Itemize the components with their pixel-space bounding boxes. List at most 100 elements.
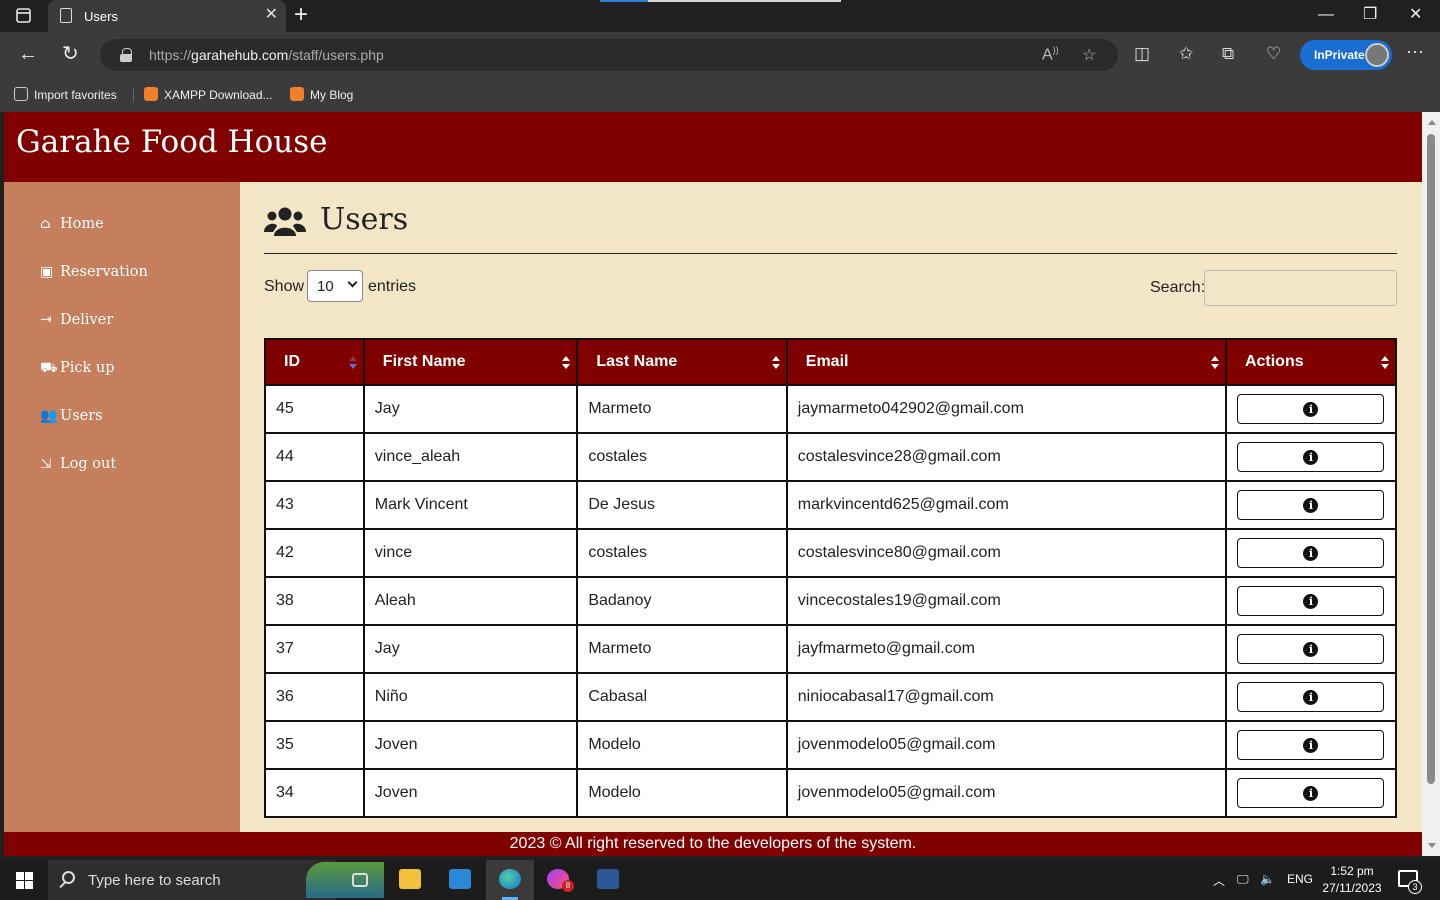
table-row: 45 Jay Marmeto jaymarmeto042902@gmail.com i — [264, 384, 1398, 434]
cell-email: niniocabasal17@gmail.com — [785, 672, 1227, 722]
profile-avatar[interactable] — [1365, 43, 1389, 67]
cell-first-name: Joven — [362, 768, 579, 818]
tab-actions-icon[interactable] — [10, 6, 36, 26]
notification-center-icon[interactable]: 3 — [1398, 870, 1422, 894]
users-icon — [264, 207, 306, 236]
sidebar-item-pick-up[interactable]: ⛟ Pick up — [40, 360, 115, 382]
favorites-bar: Import favorites XAMPP Download... My Bl… — [0, 78, 1440, 112]
sidebar-item-log-out[interactable]: ⇲ Log out — [40, 456, 116, 478]
column-header-id[interactable]: ID — [264, 338, 365, 386]
view-user-button[interactable]: i — [1237, 778, 1385, 808]
column-header-actions[interactable]: Actions — [1224, 338, 1398, 386]
cell-actions: i — [1224, 432, 1398, 482]
more-options-icon[interactable]: ⋯ — [1406, 42, 1425, 63]
view-user-button[interactable]: i — [1237, 538, 1385, 568]
view-user-button[interactable]: i — [1237, 586, 1385, 616]
search-input[interactable] — [1204, 270, 1397, 306]
cell-first-name: Jay — [362, 384, 579, 434]
view-user-button[interactable]: i — [1237, 490, 1385, 520]
cell-first-name: Aleah — [362, 576, 579, 626]
cell-first-name: Niño — [362, 672, 579, 722]
info-circle-icon: i — [1303, 546, 1319, 561]
column-header-last-name[interactable]: Last Name — [576, 338, 788, 386]
favorite-my-blog[interactable]: My Blog — [290, 87, 353, 102]
column-header-email[interactable]: Email — [785, 338, 1227, 386]
users-table-body: 45 Jay Marmeto jaymarmeto042902@gmail.com i 4… — [264, 384, 1398, 818]
refresh-icon[interactable]: ↻ — [62, 42, 79, 66]
table-row: 37 Jay Marmeto jayfmarmeto@gmail.com i — [264, 624, 1398, 674]
taskbar-mail[interactable] — [436, 860, 484, 900]
close-tab-icon[interactable]: ✕ — [265, 7, 278, 23]
cell-email: markvincentd625@gmail.com — [785, 480, 1227, 530]
scroll-up-icon[interactable] — [1428, 120, 1436, 125]
sidebar-item-users[interactable]: 👥 Users — [40, 408, 103, 430]
favorite-xampp[interactable]: XAMPP Download... — [144, 87, 273, 102]
mail-icon — [449, 869, 471, 889]
cell-last-name: costales — [576, 432, 788, 482]
cell-last-name: De Jesus — [576, 480, 788, 530]
inprivate-badge[interactable]: InPrivate — [1300, 40, 1392, 70]
cell-actions: i — [1224, 384, 1398, 434]
view-user-button[interactable]: i — [1237, 634, 1385, 664]
scroll-down-icon[interactable] — [1428, 843, 1436, 848]
browser-essentials-icon[interactable]: ♡ — [1266, 44, 1281, 64]
url-text[interactable]: https://garahehub.com/staff/users.php — [149, 47, 384, 63]
word-icon — [597, 869, 619, 889]
view-user-button[interactable]: i — [1237, 730, 1385, 760]
network-icon[interactable]: 🖵 — [1237, 872, 1249, 887]
table-row: 34 Joven Modelo jovenmodelo05@gmail.com i — [264, 768, 1398, 818]
windows-start-icon[interactable] — [16, 872, 33, 889]
title-divider — [264, 253, 1397, 254]
column-header-first-name[interactable]: First Name — [362, 338, 579, 386]
taskbar-messenger[interactable]: 8 — [534, 860, 582, 900]
volume-icon[interactable]: 🔈 — [1260, 872, 1275, 886]
taskbar-file-explorer[interactable] — [386, 860, 434, 900]
taskbar-word[interactable] — [584, 860, 632, 900]
cell-id: 43 — [264, 480, 365, 530]
close-window-button[interactable]: ✕ — [1409, 6, 1422, 24]
read-aloud-icon[interactable]: A)) — [1042, 45, 1059, 64]
cell-last-name: Marmeto — [576, 624, 788, 674]
task-view-button[interactable] — [336, 860, 384, 900]
sidebar-item-home[interactable]: ⌂ Home — [40, 216, 104, 238]
page-scrollbar[interactable] — [1422, 112, 1440, 856]
cell-email: vincecostales19@gmail.com — [785, 576, 1227, 626]
collections-icon[interactable]: ⧉ — [1222, 44, 1234, 64]
view-user-button[interactable]: i — [1237, 442, 1385, 472]
restore-button[interactable]: ❐ — [1363, 6, 1377, 24]
notification-badge: 8 — [562, 880, 574, 892]
cell-actions: i — [1224, 624, 1398, 674]
language-indicator[interactable]: ENG — [1287, 872, 1313, 886]
sort-icon — [771, 356, 780, 370]
taskbar-edge[interactable] — [486, 860, 534, 900]
cell-first-name: vince — [362, 528, 579, 578]
new-tab-button[interactable]: + — [294, 3, 308, 27]
split-screen-icon[interactable]: ◫ — [1134, 44, 1150, 64]
cell-first-name: Jay — [362, 624, 579, 674]
back-icon[interactable]: ← — [18, 42, 38, 66]
cell-actions: i — [1224, 480, 1398, 530]
site-brand[interactable]: Garahe Food House — [16, 124, 327, 160]
show-hidden-icons-chevron-icon[interactable]: ︿ — [1213, 872, 1225, 889]
sidebar-item-deliver[interactable]: ⇥ Deliver — [40, 312, 113, 334]
favorite-star-icon[interactable]: ☆ — [1082, 45, 1096, 65]
minimize-button[interactable]: — — [1318, 6, 1334, 24]
cell-email: jovenmodelo05@gmail.com — [785, 768, 1227, 818]
view-user-button[interactable]: i — [1237, 682, 1385, 712]
address-card-icon: ▣ — [40, 264, 54, 280]
sidebar-item-reservation[interactable]: ▣ Reservation — [40, 264, 148, 286]
taskbar-search-box[interactable]: Type here to search — [48, 860, 384, 900]
entries-per-page-select[interactable]: 10 — [307, 270, 363, 302]
windows-taskbar: Type here to search 8 ︿ 🖵 🔈 ENG 1:52 pm … — [0, 860, 1440, 900]
length-label-suffix: entries — [368, 278, 417, 295]
view-user-button[interactable]: i — [1237, 394, 1385, 424]
cell-actions: i — [1224, 528, 1398, 578]
taskbar-clock[interactable]: 1:52 pm 27/11/2023 — [1318, 863, 1386, 897]
address-bar[interactable]: https://garahehub.com/staff/users.php A)… — [100, 39, 1118, 71]
lock-icon[interactable] — [120, 48, 132, 62]
scrollbar-thumb[interactable] — [1427, 134, 1435, 784]
favorite-import[interactable]: Import favorites — [14, 87, 117, 102]
info-circle-icon: i — [1303, 786, 1319, 801]
browser-tab-active[interactable]: Users ✕ — [48, 0, 286, 32]
favorites-icon[interactable]: ✩ — [1179, 44, 1193, 64]
